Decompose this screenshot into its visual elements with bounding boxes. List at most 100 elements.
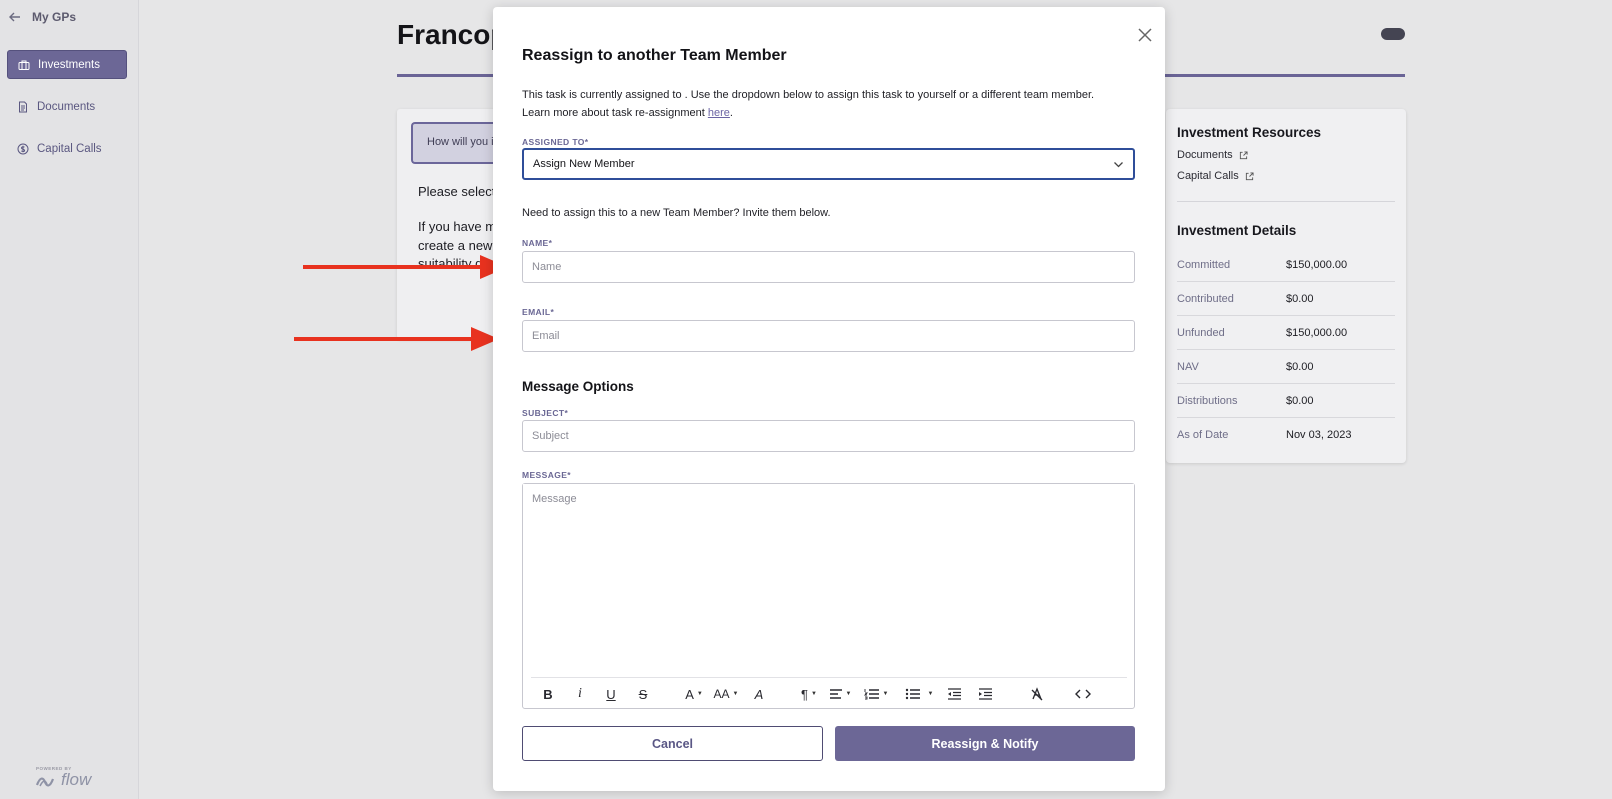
sidebar-item-label: Documents: [37, 100, 96, 113]
align-dropdown[interactable]: ▼: [826, 683, 854, 705]
text-color-icon: A: [754, 686, 764, 702]
outdent-button[interactable]: [943, 683, 965, 705]
code-icon: [1075, 689, 1091, 699]
body-text: create a new: [418, 238, 493, 253]
sidebar-item-capital-calls[interactable]: Capital Calls: [7, 134, 127, 163]
underline-icon: U: [606, 686, 616, 702]
align-left-icon: [829, 689, 842, 699]
reassign-modal: Reassign to another Team Member This tas…: [493, 7, 1165, 791]
bullet-list-dropdown[interactable]: ▼: [899, 683, 939, 705]
sidebar-item-investments[interactable]: Investments: [7, 50, 127, 79]
assigned-to-label: ASSIGNED TO*: [522, 137, 589, 147]
resources-heading: Investment Resources: [1177, 125, 1322, 140]
assigned-to-value: Assign New Member: [533, 158, 635, 170]
capital-calls-link[interactable]: Capital Calls: [1177, 170, 1254, 182]
caret-down-icon: ▼: [927, 691, 934, 697]
ordered-list-icon: [863, 689, 879, 700]
flow-brand-text: flow: [61, 770, 92, 789]
font-family-dropdown[interactable]: A ▼: [680, 683, 708, 705]
clear-format-button[interactable]: [1026, 683, 1048, 705]
detail-label: As of Date: [1177, 429, 1229, 441]
back-label: My GPs: [32, 10, 77, 24]
detail-label: Contributed: [1177, 292, 1234, 305]
divider: [1177, 201, 1395, 202]
caret-down-icon: ▼: [845, 691, 852, 697]
link-label: Capital Calls: [1177, 170, 1239, 182]
sidebar-item-label: Investments: [38, 58, 100, 71]
dollar-circle-icon: [17, 143, 29, 154]
detail-value: $0.00: [1286, 394, 1314, 407]
cancel-button[interactable]: Cancel: [522, 726, 823, 761]
external-link-icon: [1245, 171, 1254, 180]
name-input[interactable]: [522, 251, 1135, 283]
message-textarea[interactable]: [523, 484, 1134, 669]
detail-row-nav: NAV $0.00: [1177, 350, 1395, 384]
email-label: EMAIL*: [522, 307, 555, 317]
detail-row-unfunded: Unfunded $150,000.00: [1177, 316, 1395, 350]
intro-body: This task is currently assigned to . Use…: [522, 89, 1095, 119]
intro-text: This task is currently assigned to . Use…: [522, 86, 1122, 122]
ordered-list-dropdown[interactable]: ▼: [859, 683, 893, 705]
font-size-dropdown[interactable]: AA ▼: [711, 683, 741, 705]
italic-button[interactable]: i: [569, 683, 591, 705]
name-label: NAME*: [522, 238, 553, 248]
detail-value: $0.00: [1286, 360, 1314, 373]
underline-button[interactable]: U: [600, 683, 622, 705]
body-text: Please select: [418, 184, 493, 199]
briefcase-icon: [18, 60, 30, 70]
documents-link[interactable]: Documents: [1177, 149, 1248, 161]
intro-end: .: [729, 107, 733, 119]
detail-row-distributions: Distributions $0.00: [1177, 384, 1395, 418]
detail-row-contributed: Contributed $0.00: [1177, 282, 1395, 316]
message-label: MESSAGE*: [522, 470, 572, 480]
email-input[interactable]: [522, 320, 1135, 352]
detail-row-as-of-date: As of Date Nov 03, 2023: [1177, 418, 1395, 452]
link-label: Documents: [1177, 149, 1233, 161]
reassign-notify-button[interactable]: Reassign & Notify: [835, 726, 1135, 761]
bullet-list-icon: [905, 688, 920, 700]
detail-label: Distributions: [1177, 394, 1238, 407]
outdent-icon: [947, 688, 961, 700]
subject-label: SUBJECT*: [522, 408, 569, 418]
detail-row-committed: Committed $150,000.00: [1177, 248, 1395, 282]
paragraph-icon: ¶: [801, 686, 809, 702]
assigned-to-select[interactable]: Assign New Member: [522, 148, 1135, 180]
indent-icon: [978, 688, 992, 700]
bold-icon: B: [543, 686, 553, 702]
detail-label: Unfunded: [1177, 326, 1225, 339]
external-link-icon: [1239, 150, 1248, 159]
clear-format-icon: [1031, 687, 1043, 701]
message-options-heading: Message Options: [522, 379, 634, 394]
flow-logo: flow: [36, 770, 91, 790]
invite-help-text: Need to assign this to a new Team Member…: [522, 207, 831, 219]
learn-more-link[interactable]: here: [708, 107, 730, 119]
detail-value: $0.00: [1286, 292, 1314, 305]
arrow-left-icon: [9, 12, 20, 22]
font-size-icon: AA: [713, 687, 730, 701]
sidebar-item-documents[interactable]: Documents: [7, 92, 127, 121]
sidebar: My GPs Investments Documents Capital Cal…: [0, 0, 139, 799]
detail-value: Nov 03, 2023: [1286, 429, 1352, 441]
paragraph-dropdown[interactable]: ¶ ▼: [795, 683, 823, 705]
bold-button[interactable]: B: [537, 683, 559, 705]
caret-down-icon: ▼: [732, 691, 739, 697]
detail-value: $150,000.00: [1286, 258, 1348, 271]
text-color-button[interactable]: A: [748, 683, 770, 705]
sidebar-item-label: Capital Calls: [37, 142, 102, 155]
strikethrough-button[interactable]: S: [632, 683, 654, 705]
back-to-gps-link[interactable]: My GPs: [8, 10, 76, 24]
toggle-switch[interactable]: [1381, 28, 1405, 40]
details-heading: Investment Details: [1177, 223, 1297, 238]
italic-icon: i: [578, 686, 582, 701]
font-icon: A: [685, 686, 694, 702]
question-box[interactable]: How will you i: [411, 122, 499, 164]
message-editor: B i U S A▼ AA▼ A ¶▼ ▼ ▼ ▼: [522, 483, 1135, 709]
detail-label: NAV: [1177, 360, 1199, 373]
code-view-button[interactable]: [1070, 683, 1096, 705]
subject-input[interactable]: [522, 420, 1135, 452]
indent-button[interactable]: [974, 683, 996, 705]
close-icon[interactable]: [1136, 26, 1154, 44]
detail-label: Committed: [1177, 258, 1231, 271]
detail-value: $150,000.00: [1286, 326, 1348, 339]
annotation-arrow-email: [294, 327, 499, 351]
